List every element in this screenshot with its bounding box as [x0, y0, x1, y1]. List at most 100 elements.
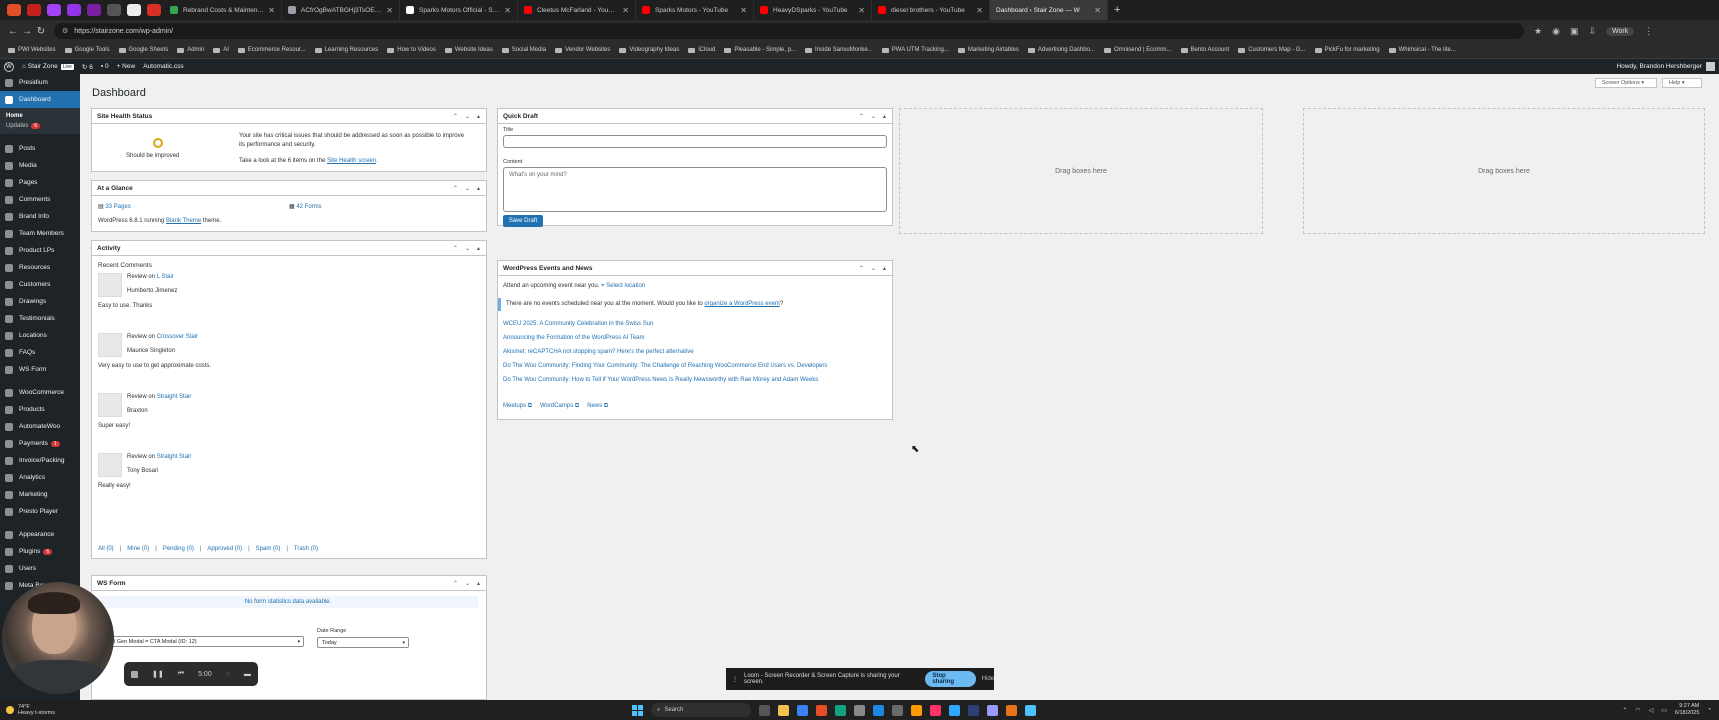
news-item-link[interactable]: Do The Woo Community: Finding Your Commu…: [503, 363, 827, 369]
toggle-panel-icon[interactable]: ▴: [883, 265, 886, 272]
webcam-bubble[interactable]: [2, 582, 114, 694]
bookmark-item[interactable]: Videography Ideas: [619, 47, 679, 53]
glance-pages[interactable]: ▤ 33 Pages: [98, 203, 131, 210]
sidebar-item-appearance[interactable]: Appearance: [0, 526, 80, 543]
chevron-down-icon[interactable]: ⌄: [465, 245, 470, 252]
bookmark-item[interactable]: Social Media: [501, 47, 546, 53]
sidebar-item-presto-player[interactable]: Presto Player: [0, 503, 80, 520]
sidepanel-icon[interactable]: ▣: [1570, 26, 1579, 37]
wordpress-logo-icon[interactable]: W: [4, 61, 14, 72]
bookmark-item[interactable]: Admin: [177, 47, 204, 53]
close-icon[interactable]: ✕: [268, 6, 275, 15]
forward-icon[interactable]: →: [20, 26, 34, 37]
admin-bar-comments[interactable]: ▪ 0: [101, 63, 109, 70]
comment-filter-link[interactable]: Pending (0): [163, 546, 194, 552]
reload-icon[interactable]: ↻: [34, 26, 48, 37]
bookmark-item[interactable]: Vendor Websites: [555, 47, 610, 53]
sidebar-item-marketing[interactable]: Marketing: [0, 486, 80, 503]
chevron-down-icon[interactable]: ⌄: [871, 113, 876, 120]
illustrator-icon[interactable]: [911, 704, 922, 716]
bookmark-item[interactable]: Advertising Dashbo...: [1027, 47, 1095, 53]
notifications-icon[interactable]: ◔: [1707, 707, 1711, 713]
comment-post-link[interactable]: Straight Stair: [157, 454, 192, 460]
stop-recording-icon[interactable]: [131, 670, 138, 678]
menu-icon[interactable]: ⋮: [1644, 26, 1653, 37]
sidebar-item-dashboard[interactable]: Dashboard: [0, 91, 80, 108]
extension-icon[interactable]: ◉: [1552, 26, 1560, 37]
close-icon[interactable]: ✕: [622, 6, 629, 15]
store-icon[interactable]: [797, 704, 808, 716]
sidebar-item-comments[interactable]: Comments: [0, 191, 80, 208]
bookmark-item[interactable]: Google Sheets: [118, 47, 168, 53]
back-icon[interactable]: ←: [6, 26, 20, 37]
camera-app-icon[interactable]: [854, 704, 865, 716]
bookmark-item[interactable]: Bento Account: [1180, 47, 1229, 53]
app-icon[interactable]: [1006, 704, 1017, 716]
screen-options-button[interactable]: Screen Options ▾: [1595, 78, 1657, 88]
indesign-icon[interactable]: [930, 704, 941, 716]
bookmark-item[interactable]: AI: [213, 47, 229, 53]
browser-tab[interactable]: Sparks Motors Official - Sparks ✕: [400, 0, 518, 20]
pinned-tab-icon[interactable]: [87, 4, 101, 16]
stop-sharing-button[interactable]: Stop sharing: [925, 671, 976, 687]
pause-icon[interactable]: ❚❚: [152, 670, 164, 678]
app-icon[interactable]: [892, 704, 903, 716]
browser-tab[interactable]: ACfrOgBwATBGHj3TsOEBLOG✕: [282, 0, 400, 20]
bookmark-item[interactable]: Inside SanvuMonke...: [805, 47, 873, 53]
sidebar-item-locations[interactable]: Locations: [0, 327, 80, 344]
chevron-up-icon[interactable]: ⌃: [859, 265, 864, 272]
sidebar-item-faqs[interactable]: FAQs: [0, 344, 80, 361]
close-icon[interactable]: ✕: [504, 6, 511, 15]
bookmark-item[interactable]: How to Videos: [387, 47, 436, 53]
taskbar-search[interactable]: ⌕ Search: [651, 703, 751, 717]
drag-handle-icon[interactable]: ⋮: [732, 676, 738, 683]
bookmark-item[interactable]: Whimsical - The lite...: [1388, 47, 1456, 53]
admin-bar-account[interactable]: Howdy, Brandon Hershberger: [1616, 62, 1715, 71]
pinned-tab-icon[interactable]: [107, 4, 121, 16]
clock[interactable]: 9:27 AM 6/18/2025: [1675, 703, 1699, 717]
close-icon[interactable]: ✕: [858, 6, 865, 15]
hide-button[interactable]: Hide: [982, 676, 994, 682]
chevron-up-icon[interactable]: ⌃: [453, 185, 458, 192]
news-item-link[interactable]: Akismet: reCAPTCHA not stopping spam? He…: [503, 349, 694, 355]
chevron-down-icon[interactable]: ⌄: [871, 265, 876, 272]
browser-tab[interactable]: HeavyDSparks - YouTube ✕: [754, 0, 872, 20]
sidebar-item-automatewoo[interactable]: AutomateWoo: [0, 418, 80, 435]
chevron-up-icon[interactable]: ⌃: [1622, 707, 1627, 714]
chevron-up-icon[interactable]: ⌃: [859, 113, 864, 120]
chevron-down-icon[interactable]: ⌄: [465, 185, 470, 192]
bookmark-item[interactable]: PWA UTM Tracking...: [881, 47, 949, 53]
chevron-up-icon[interactable]: ⌃: [453, 580, 458, 587]
sidebar-item-users[interactable]: Users: [0, 560, 80, 577]
chevron-up-icon[interactable]: ⌃: [453, 245, 458, 252]
app-icon[interactable]: [873, 704, 884, 716]
app-icon[interactable]: [835, 704, 846, 716]
admin-bar-automatic[interactable]: Automatic.css: [143, 63, 183, 70]
trash-icon[interactable]: ▬: [244, 671, 251, 678]
sidebar-item-posts[interactable]: Posts: [0, 140, 80, 157]
pinned-tab-icon[interactable]: [67, 4, 81, 16]
comment-post-link[interactable]: L Stair: [157, 274, 174, 280]
events-footer-link[interactable]: News ⧉: [587, 403, 608, 409]
star-icon[interactable]: ★: [1534, 26, 1542, 37]
theme-link[interactable]: Blank Theme: [166, 218, 201, 224]
toggle-panel-icon[interactable]: ▴: [477, 245, 480, 252]
sidebar-item-pages[interactable]: Pages: [0, 174, 80, 191]
bookmark-item[interactable]: iCloud: [688, 47, 715, 53]
browser-tab[interactable]: Sparks Motors - YouTube ✕: [636, 0, 754, 20]
network-icon[interactable]: ◠: [1635, 707, 1640, 714]
sidebar-item-analytics[interactable]: Analytics: [0, 469, 80, 486]
sidebar-item-team-members[interactable]: Team Members: [0, 225, 80, 242]
comment-filter-link[interactable]: Spam (0): [256, 546, 281, 552]
bookmark-item[interactable]: Ecommerce Resour...: [237, 47, 306, 53]
select-location-button[interactable]: Select location: [606, 283, 645, 289]
task-view-icon[interactable]: [759, 704, 770, 716]
glance-forms[interactable]: ▦ 42 Forms: [289, 203, 322, 210]
news-item-link[interactable]: WCEU 2025: A Community Celebration in th…: [503, 321, 653, 327]
bookmark-item[interactable]: PWI Websites: [8, 47, 56, 53]
admin-bar-site[interactable]: ⌂ Stair Zone Live: [22, 63, 74, 70]
admin-bar-updates[interactable]: ↻ 6: [82, 63, 93, 71]
toggle-panel-icon[interactable]: ▴: [477, 113, 480, 120]
volume-icon[interactable]: ◁: [1649, 707, 1654, 714]
sidebar-item-testimonials[interactable]: Testimonials: [0, 310, 80, 327]
